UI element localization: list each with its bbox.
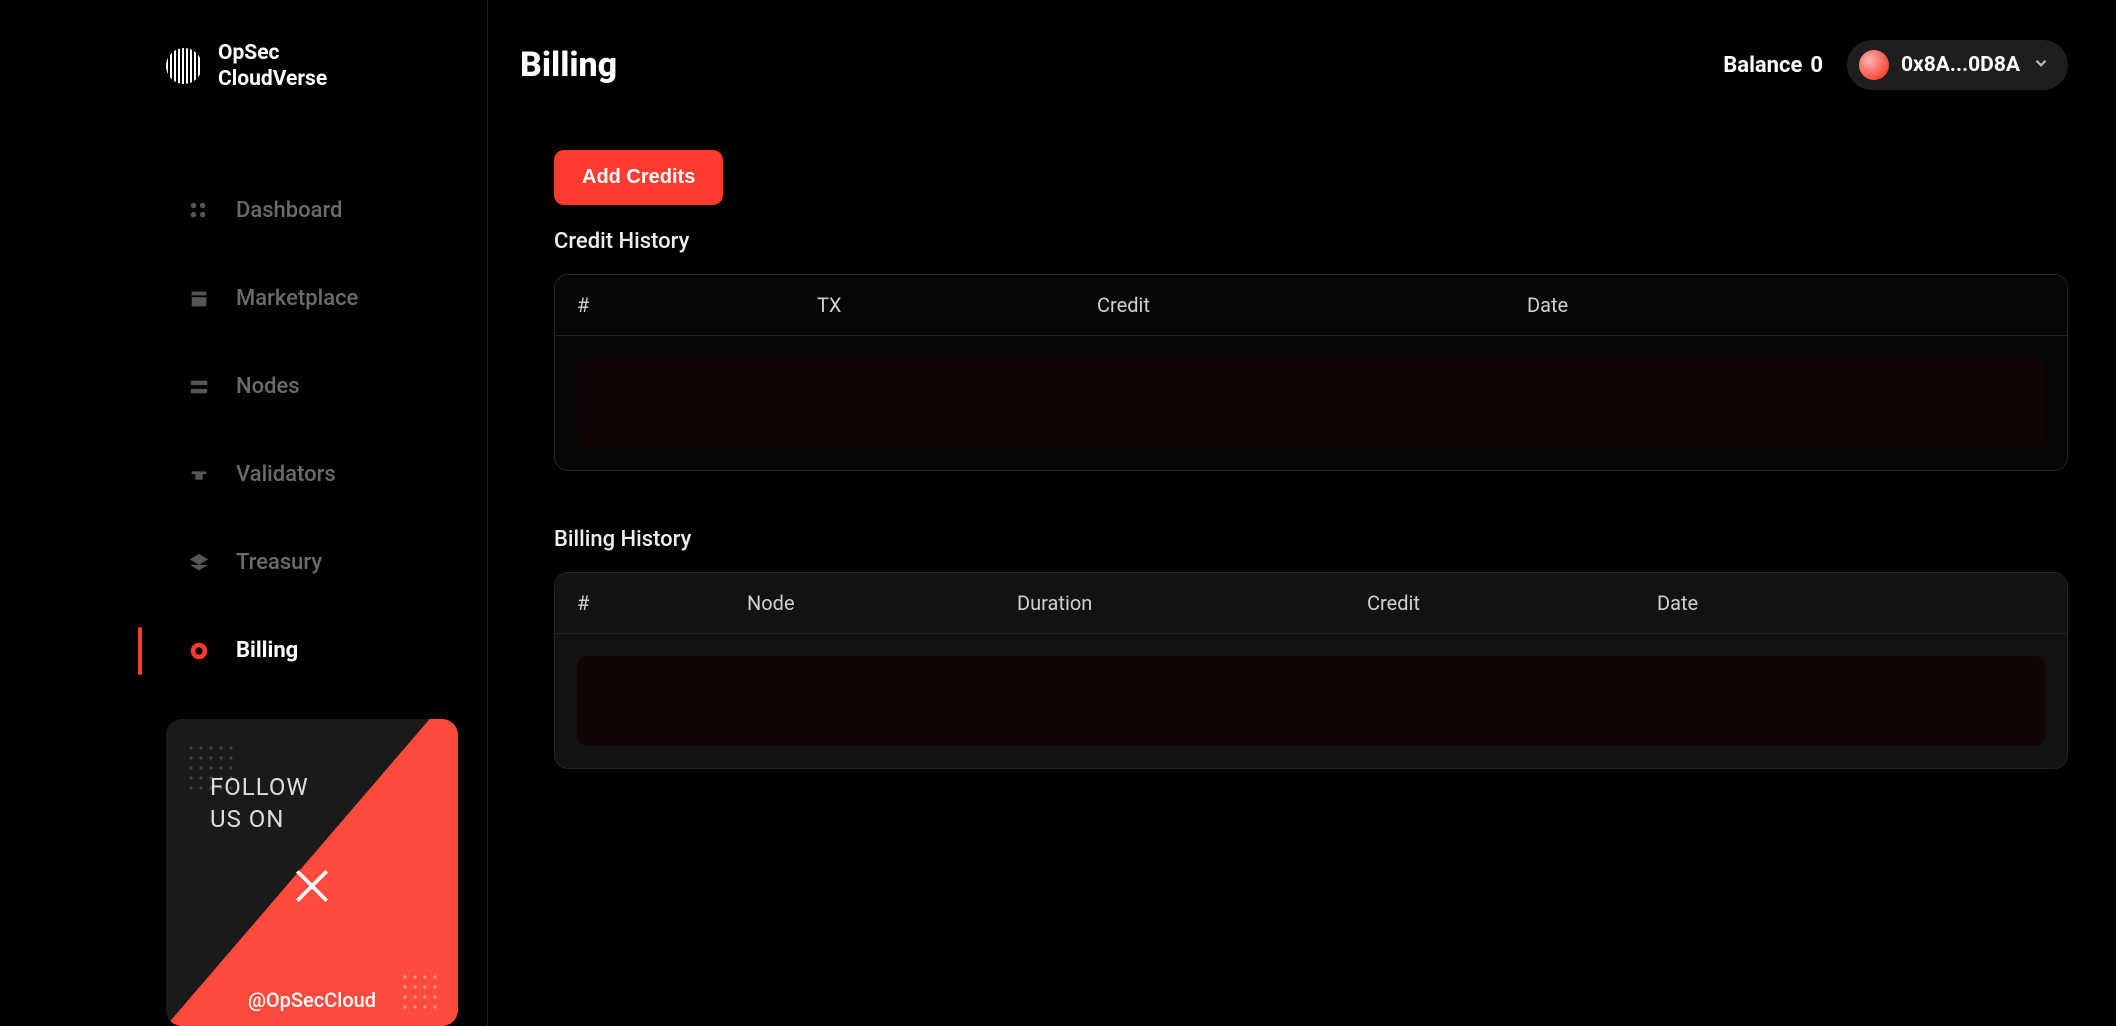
dashboard-icon <box>186 198 212 224</box>
x-twitter-icon <box>290 864 334 912</box>
sidebar-nav: Dashboard Marketplace Nodes Validators T… <box>0 167 487 695</box>
page-title: Billing <box>520 45 617 85</box>
billing-history-table: # Node Duration Credit Date <box>554 572 2068 769</box>
wallet-address: 0x8A...0D8A <box>1901 53 2020 77</box>
sidebar-item-treasury[interactable]: Treasury <box>0 519 487 607</box>
brand-line1: OpSec <box>218 40 327 66</box>
sidebar-item-validators[interactable]: Validators <box>0 431 487 519</box>
billing-icon <box>186 638 212 664</box>
billing-history-empty-row <box>577 656 2045 746</box>
brand-text: OpSec CloudVerse <box>218 40 327 93</box>
sidebar-item-marketplace[interactable]: Marketplace <box>0 255 487 343</box>
wallet-dropdown[interactable]: 0x8A...0D8A <box>1847 40 2068 90</box>
promo-dots-decoration-2 <box>400 972 440 1012</box>
sidebar-item-label: Validators <box>236 462 336 487</box>
col-duration: Duration <box>1017 591 1367 615</box>
billing-history-title: Billing History <box>554 527 2068 552</box>
content: Add Credits Credit History # TX Credit D… <box>520 150 2068 769</box>
col-tx: TX <box>817 293 1097 317</box>
col-node: Node <box>747 591 1017 615</box>
brand-logo-icon <box>166 48 202 84</box>
balance: Balance 0 <box>1723 53 1823 78</box>
promo-card[interactable]: FOLLOW US ON @OpSecCloud <box>166 719 458 1026</box>
validators-icon <box>186 462 212 488</box>
sidebar-item-label: Treasury <box>236 550 322 575</box>
treasury-icon <box>186 550 212 576</box>
brand[interactable]: OpSec CloudVerse <box>0 40 487 93</box>
credit-history-title: Credit History <box>554 229 2068 254</box>
promo-handle: @OpSecCloud <box>248 988 376 1012</box>
billing-history-header: # Node Duration Credit Date <box>555 573 2067 634</box>
nodes-icon <box>186 374 212 400</box>
chevron-down-icon <box>2032 54 2050 76</box>
credit-history-header: # TX Credit Date <box>555 275 2067 336</box>
col-index: # <box>577 293 817 317</box>
col-date: Date <box>1657 591 2045 615</box>
col-index: # <box>577 591 747 615</box>
marketplace-icon <box>186 286 212 312</box>
credit-history-empty-row <box>577 358 2045 448</box>
balance-label: Balance <box>1723 53 1802 78</box>
brand-line2: CloudVerse <box>218 66 327 92</box>
avatar <box>1859 50 1889 80</box>
credit-history-table: # TX Credit Date <box>554 274 2068 471</box>
promo-follow-text: FOLLOW US ON <box>210 771 309 836</box>
col-date: Date <box>1527 293 2045 317</box>
col-credit: Credit <box>1097 293 1527 317</box>
page-header: Billing Balance 0 0x8A...0D8A <box>520 40 2068 90</box>
main-content: Billing Balance 0 0x8A...0D8A Add Credit… <box>488 0 2116 1026</box>
balance-value: 0 <box>1810 53 1823 78</box>
header-right: Balance 0 0x8A...0D8A <box>1723 40 2068 90</box>
sidebar-item-dashboard[interactable]: Dashboard <box>0 167 487 255</box>
promo-line2: US ON <box>210 805 284 833</box>
sidebar-item-billing[interactable]: Billing <box>0 607 487 695</box>
sidebar-item-label: Marketplace <box>236 286 358 311</box>
add-credits-button[interactable]: Add Credits <box>554 150 723 205</box>
col-credit: Credit <box>1367 591 1657 615</box>
sidebar-item-label: Nodes <box>236 374 300 399</box>
sidebar-item-label: Billing <box>236 638 298 663</box>
promo-line1: FOLLOW <box>210 773 309 801</box>
sidebar: OpSec CloudVerse Dashboard Marketplace N… <box>0 0 488 1026</box>
sidebar-item-label: Dashboard <box>236 198 342 223</box>
sidebar-item-nodes[interactable]: Nodes <box>0 343 487 431</box>
